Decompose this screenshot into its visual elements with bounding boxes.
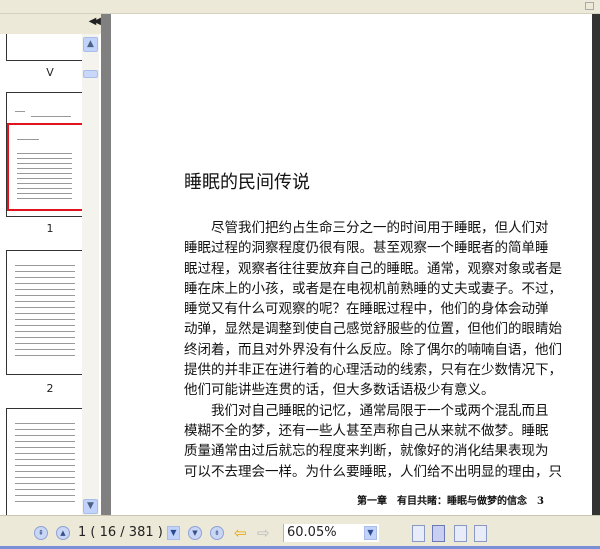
paragraph-line: 他们可能讲些连贯的话，但大多数话语极少有意义。 — [184, 382, 495, 399]
thumbnail-page-2[interactable] — [6, 250, 82, 375]
scroll-down-button[interactable]: ▼ — [83, 499, 98, 514]
back-arrow-icon[interactable]: ⇦ — [234, 524, 247, 542]
section-title: 睡眠的民间传说 — [184, 172, 310, 193]
collapse-panel-icon[interactable]: ◀◀ — [89, 16, 102, 27]
paragraph-line: 模糊不全的梦，还有一些人甚至声称自己从来就不做梦。睡眠 — [184, 422, 549, 439]
paragraph-line: 尽管我们把约占生命三分之一的时间用于睡眠，但人们对 — [211, 220, 549, 236]
last-page-button[interactable]: ⇟ — [210, 526, 224, 540]
paragraph-line: 动弹，显然是调整到使自己感觉舒服些的位置，但他们的眼睛始 — [184, 321, 562, 338]
thumbnail-panel: ◀◀ V 1 2 ▲ ▼ — [0, 14, 101, 515]
current-view-frame — [7, 123, 82, 211]
panel-splitter[interactable] — [101, 14, 111, 515]
thumbnail-list: V 1 2 — [0, 34, 82, 515]
first-page-button[interactable]: ⇞ — [34, 526, 48, 540]
scroll-thumb[interactable] — [83, 70, 98, 78]
thumbnail-label: 2 — [46, 382, 54, 395]
forward-arrow-icon[interactable]: ⇨ — [257, 524, 270, 542]
paragraph-line: 终闭着，而且对外界没有什么反应。除了偶尔的喃喃自语，他们 — [184, 341, 562, 358]
zoom-dropdown-button[interactable]: ▼ — [364, 526, 377, 540]
zoom-value: 60.05% — [287, 525, 337, 540]
paragraph-line: 质量通常由过后就忘的程度来判断，就像好的消化结果表现为 — [184, 443, 549, 460]
paragraph-line: 睡眠过程的洞察程度仍很有限。甚至观察一个睡眠者的简单睡 — [184, 240, 549, 257]
document-page: 睡眠的民间传说 尽管我们把约占生命三分之一的时间用于睡眠，但人们对 睡眠过程的洞… — [111, 14, 592, 515]
paragraph-line: 睡觉又有什么可观察的呢？在睡眠过程中，他们的身体会动弹 — [184, 301, 549, 318]
facing-view-icon[interactable] — [454, 525, 467, 542]
previous-page-button[interactable]: ▲ — [56, 526, 70, 540]
paragraph-line: 可以不去理会一样。为什么要睡眠，人们给不出明显的理由，只 — [184, 463, 562, 480]
paragraph-line: 睡在床上的小孩，或者是在电视机前熟睡的丈夫或妻子。不过， — [184, 280, 562, 297]
thumbnail-label: 1 — [46, 222, 54, 235]
restore-icon[interactable] — [585, 2, 594, 10]
scroll-up-button[interactable]: ▲ — [83, 37, 98, 52]
thumbnail-scrollbar[interactable]: ▲ ▼ — [82, 34, 99, 515]
right-edge — [592, 14, 600, 515]
paragraph-line: 提供的并非正在进行着的心理活动的线索，只有在少数情况下， — [184, 362, 562, 379]
paragraph-line: 我们对自己睡眠的记忆，通常局限于一个或两个混乱而且 — [211, 402, 549, 419]
thumbnail-page-3[interactable] — [6, 408, 82, 515]
paragraph-line: 眠过程，观察者往往要放弃自己的睡眠。通常，观察对象或者是 — [184, 260, 562, 277]
thumbnail-page-v[interactable] — [6, 34, 82, 61]
continuous-view-icon[interactable] — [432, 525, 445, 542]
title-bar — [0, 0, 600, 14]
thumbnail-label: V — [46, 66, 54, 79]
page-dropdown-button[interactable]: ▼ — [167, 526, 180, 540]
next-page-button[interactable]: ▼ — [188, 526, 202, 540]
page-indicator[interactable]: 1 ( 16 / 381 ) — [78, 525, 163, 541]
page-footer: 第一章 有目共睹：睡眠与做梦的信念 3 — [357, 496, 544, 507]
continuous-facing-view-icon[interactable] — [474, 525, 487, 542]
navigation-toolbar: ⇞ ▲ 1 ( 16 / 381 ) ▼ ▼ ⇟ ⇦ ⇨ 60.05% ▼ — [0, 515, 600, 549]
thumbnail-panel-header: ◀◀ — [0, 14, 101, 34]
body-text: 尽管我们把约占生命三分之一的时间用于睡眠，但人们对 睡眠过程的洞察程度仍很有限。… — [184, 218, 574, 482]
single-page-view-icon[interactable] — [412, 525, 425, 542]
thumbnail-page-1[interactable] — [6, 92, 82, 217]
